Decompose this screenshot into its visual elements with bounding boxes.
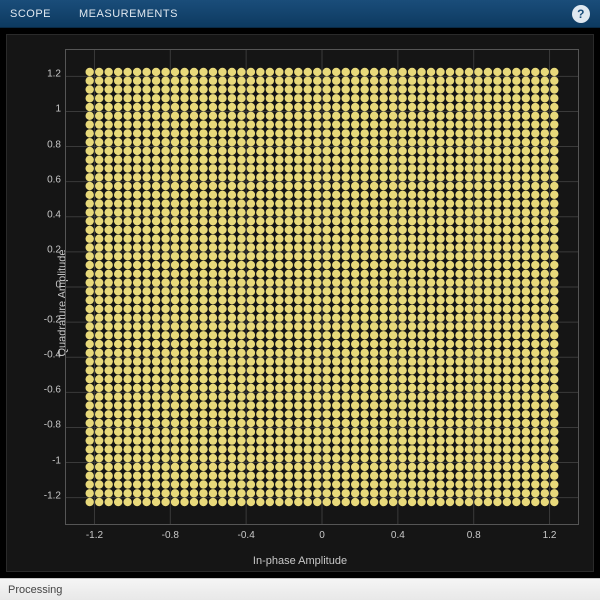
x-tick: -0.8: [162, 530, 179, 541]
y-tick: 0: [37, 280, 61, 291]
y-tick: 0.6: [37, 174, 61, 185]
status-bar: Processing: [0, 578, 600, 600]
y-tick: 1: [37, 104, 61, 115]
y-tick: -0.6: [37, 385, 61, 396]
status-text: Processing: [8, 584, 62, 596]
x-tick: 0.8: [467, 530, 481, 541]
x-tick: -1.2: [86, 530, 103, 541]
tab-measurements[interactable]: MEASUREMENTS: [79, 8, 178, 20]
plot-container: Quadrature Amplitude In-phase Amplitude …: [0, 28, 600, 578]
y-tick: 0.8: [37, 139, 61, 150]
y-tick: -0.8: [37, 420, 61, 431]
y-tick: -1: [37, 455, 61, 466]
y-tick: 0.2: [37, 244, 61, 255]
x-tick: 1.2: [543, 530, 557, 541]
plot-background: Quadrature Amplitude In-phase Amplitude …: [6, 34, 594, 572]
help-icon[interactable]: ?: [572, 5, 590, 23]
axes[interactable]: [65, 49, 579, 525]
y-tick: 0.4: [37, 209, 61, 220]
x-tick: 0.4: [391, 530, 405, 541]
x-tick: -0.4: [238, 530, 255, 541]
tab-scope[interactable]: SCOPE: [10, 8, 51, 20]
x-tick: 0: [319, 530, 325, 541]
y-tick: -0.2: [37, 315, 61, 326]
y-tick: -1.2: [37, 490, 61, 501]
toolbar: SCOPE MEASUREMENTS ?: [0, 0, 600, 28]
y-tick: 1.2: [37, 69, 61, 80]
app-window: SCOPE MEASUREMENTS ? Quadrature Amplitud…: [0, 0, 600, 600]
y-tick: -0.4: [37, 350, 61, 361]
constellation-plot: [66, 50, 578, 524]
x-axis-label: In-phase Amplitude: [253, 555, 347, 567]
